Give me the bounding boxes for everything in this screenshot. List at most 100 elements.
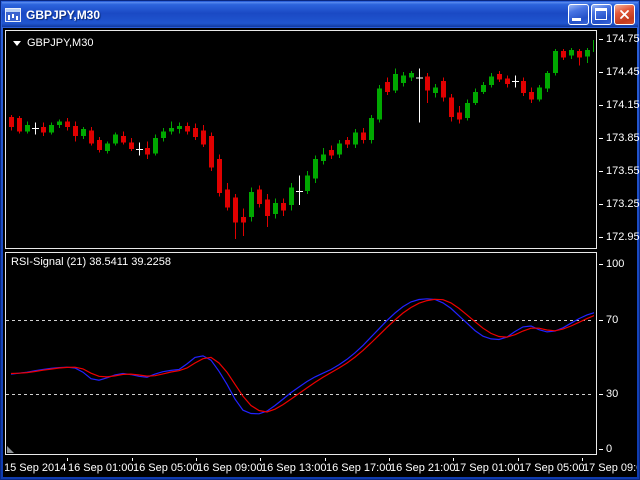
candle — [177, 123, 182, 134]
doji-candle — [296, 175, 303, 205]
time-axis-label: 16 Sep 17:00 — [326, 462, 391, 474]
price-tick-mark — [599, 39, 603, 40]
candle — [321, 148, 326, 165]
close-icon — [617, 7, 632, 22]
price-axis-label: 173.25 — [606, 198, 640, 210]
candle — [521, 78, 526, 97]
indicator-tick-mark — [599, 394, 603, 395]
window-titlebar[interactable]: GBPJPY,M30 — [2, 2, 638, 27]
candle — [41, 123, 46, 136]
candle — [497, 71, 502, 82]
candle — [73, 122, 78, 142]
time-axis[interactable]: 15 Sep 201416 Sep 01:0016 Sep 05:0016 Se… — [5, 458, 637, 476]
candle — [49, 123, 54, 135]
candle — [553, 49, 558, 75]
time-axis-label: 15 Sep 2014 — [5, 462, 66, 474]
candle — [481, 82, 486, 94]
time-axis-label: 16 Sep 13:00 — [261, 462, 326, 474]
price-axis-label: 174.45 — [606, 66, 640, 78]
candle — [385, 78, 390, 96]
price-axis[interactable]: 174.75174.45174.15173.85173.55173.25172.… — [599, 30, 637, 249]
candle — [81, 127, 86, 139]
candle — [65, 118, 70, 130]
time-tick-mark — [325, 458, 326, 461]
candle — [169, 122, 174, 135]
price-axis-label: 173.55 — [606, 165, 640, 177]
candle — [529, 87, 534, 102]
candle — [241, 208, 246, 236]
candle — [273, 199, 278, 219]
rsi-indicator-chart[interactable] — [6, 253, 594, 452]
candle — [337, 140, 342, 158]
candle — [89, 127, 94, 146]
price-chart-panel[interactable]: GBPJPY,M30 — [5, 30, 597, 249]
candle — [209, 133, 214, 172]
candle — [361, 128, 366, 143]
candle — [585, 48, 590, 63]
panel-resize-grip[interactable] — [7, 446, 14, 453]
chevron-down-icon — [13, 41, 21, 46]
candle — [345, 137, 350, 148]
candle — [145, 141, 150, 159]
price-axis-label: 174.75 — [606, 33, 640, 45]
indicator-label: RSI-Signal (21) 38.5411 39.2258 — [11, 256, 171, 268]
time-tick-mark — [582, 458, 583, 461]
candlestick-chart[interactable] — [6, 31, 594, 246]
time-tick-mark — [453, 458, 454, 461]
candle — [153, 135, 158, 156]
symbol-label-text: GBPJPY,M30 — [27, 37, 93, 49]
indicator-axis[interactable]: 100 70 30 0 — [599, 252, 637, 455]
candle — [193, 124, 198, 141]
indicator-axis-label: 70 — [606, 314, 618, 326]
minimize-button[interactable] — [568, 4, 589, 25]
candle — [489, 73, 494, 87]
candle — [225, 183, 230, 211]
candle — [305, 171, 310, 194]
time-tick-mark — [196, 458, 197, 461]
price-tick-mark — [599, 237, 603, 238]
indicator-axis-label: 30 — [606, 388, 618, 400]
candle — [473, 89, 478, 106]
candle — [593, 37, 594, 58]
time-axis-label: 17 Sep 09:00 — [583, 462, 637, 474]
price-axis-label: 172.95 — [606, 231, 640, 243]
price-tick-mark — [599, 171, 603, 172]
candle — [569, 48, 574, 59]
doji-candle — [32, 123, 39, 135]
candle — [505, 75, 510, 87]
candle — [249, 188, 254, 222]
candle — [129, 138, 134, 151]
candle — [353, 129, 358, 148]
close-button[interactable] — [614, 4, 635, 25]
indicator-axis-label: 0 — [606, 443, 612, 455]
candle — [425, 73, 430, 103]
candle — [9, 115, 14, 130]
candle — [281, 199, 286, 217]
time-tick-mark — [132, 458, 133, 461]
time-tick-mark — [518, 458, 519, 461]
time-tick-mark — [389, 458, 390, 461]
mt4-chart-window: GBPJPY,M30 GBPJPY,M30 174.75174.45174.15… — [0, 0, 640, 480]
candle — [217, 155, 222, 197]
price-tick-mark — [599, 105, 603, 106]
minimize-icon — [572, 18, 581, 21]
chart-window-icon — [5, 8, 21, 22]
symbol-label: GBPJPY,M30 — [13, 37, 93, 49]
candle — [369, 115, 374, 144]
candle — [161, 128, 166, 141]
candle — [457, 106, 462, 124]
time-axis-label: 16 Sep 05:00 — [133, 462, 198, 474]
candle — [257, 185, 262, 207]
candle — [545, 71, 550, 92]
candle — [329, 146, 334, 159]
candle — [233, 194, 238, 239]
window-controls — [568, 4, 635, 25]
doji-candle — [512, 75, 519, 87]
candle — [537, 85, 542, 102]
candle — [401, 72, 406, 86]
candle — [289, 183, 294, 211]
indicator-tick-mark — [599, 264, 603, 265]
indicator-panel[interactable]: RSI-Signal (21) 38.5411 39.2258 — [5, 252, 597, 455]
maximize-button[interactable] — [591, 4, 612, 25]
indicator-axis-label: 100 — [606, 258, 624, 270]
